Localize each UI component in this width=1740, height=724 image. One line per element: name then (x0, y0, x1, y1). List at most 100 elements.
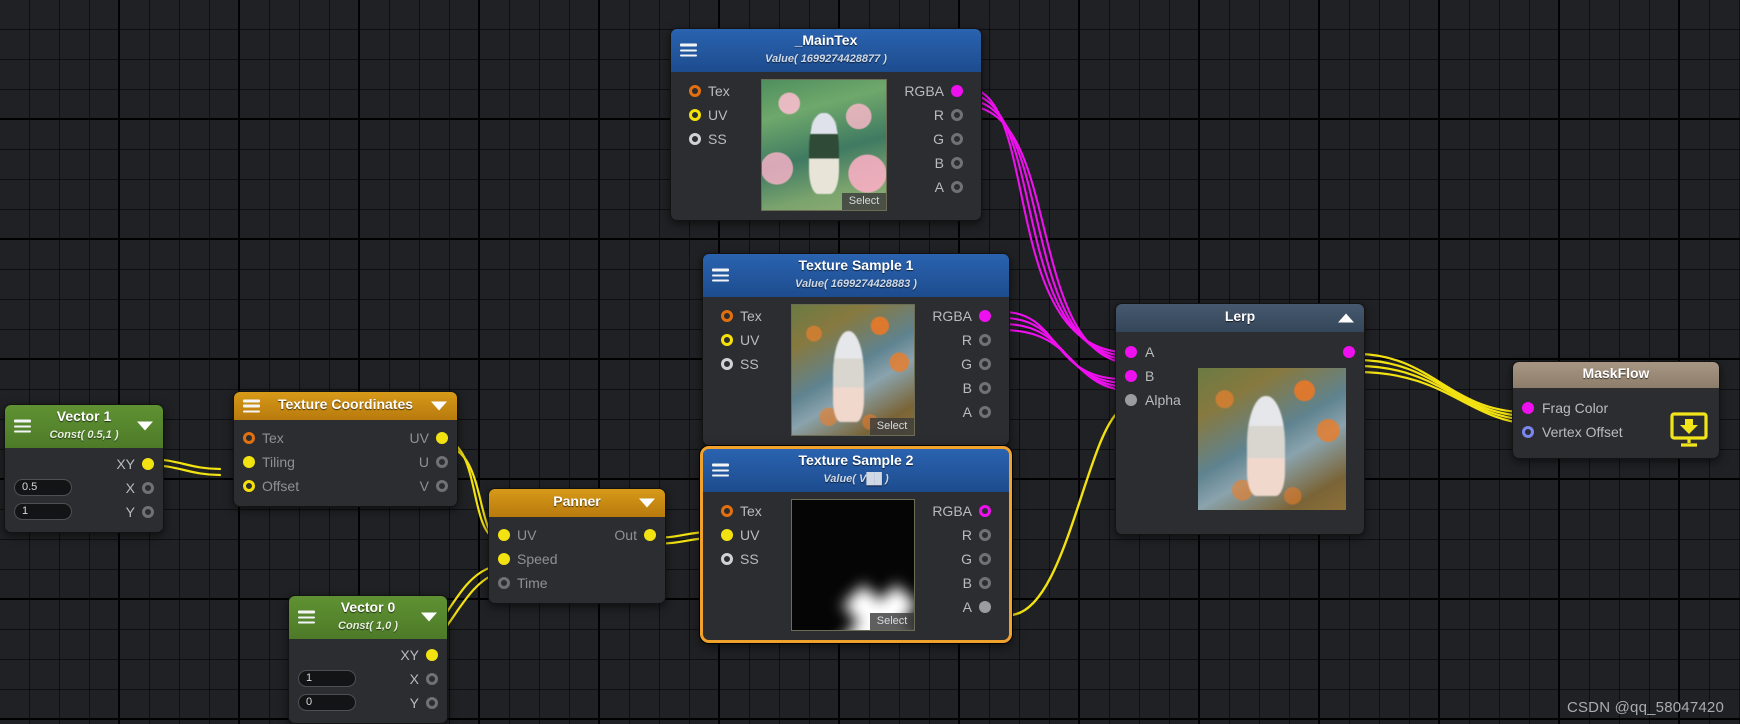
port-r[interactable]: R (953, 328, 1000, 352)
port-uv-out[interactable]: UV (410, 430, 448, 446)
port-v-out[interactable]: V (420, 478, 448, 494)
y-value-input[interactable]: 1 (14, 503, 72, 521)
port-dot-xy-icon[interactable] (142, 457, 154, 470)
chevron-down-icon[interactable] (639, 498, 655, 508)
port-tiling[interactable]: Tiling (243, 454, 295, 470)
chevron-up-icon[interactable] (1338, 313, 1354, 323)
hamburger-icon[interactable] (712, 463, 729, 477)
port-ss[interactable]: SS (712, 352, 783, 376)
port-dot-ss-icon[interactable] (689, 132, 701, 145)
port-dot-tex-icon[interactable] (689, 84, 701, 97)
port-dot-g-icon[interactable] (951, 132, 963, 145)
texture-preview[interactable]: Select (791, 303, 916, 436)
port-xy[interactable]: XY (5, 452, 163, 476)
node-vector-0[interactable]: Vector 0 Const( 1,0 ) XY 1 X 0 Y (288, 595, 448, 724)
node-texture-sample-1-header[interactable]: Texture Sample 1 Value( 1699274428883 ) (703, 254, 1009, 297)
port-ss[interactable]: SS (680, 127, 753, 151)
monitor-download-icon[interactable] (1669, 411, 1709, 449)
port-dot-a-icon[interactable] (951, 180, 963, 193)
chevron-down-icon[interactable] (431, 401, 447, 411)
port-dot-g-icon[interactable] (979, 552, 991, 565)
field-x[interactable]: 0.5 X (5, 476, 163, 500)
graph-canvas[interactable]: _MainTex Value( 1699274428877 ) Tex UV S… (0, 0, 1740, 724)
port-uv[interactable]: UV (712, 523, 783, 547)
port-dot-b-icon[interactable] (979, 576, 991, 589)
port-dot-x-icon[interactable] (426, 672, 438, 685)
hamburger-icon[interactable] (298, 610, 315, 624)
port-offset[interactable]: Offset (243, 478, 299, 494)
hamburger-icon[interactable] (680, 43, 697, 57)
port-b[interactable]: B (954, 571, 1000, 595)
port-dot-time-icon[interactable] (498, 577, 510, 589)
y-value-input[interactable]: 0 (298, 694, 356, 712)
port-dot-r-icon[interactable] (979, 528, 991, 541)
port-speed[interactable]: Speed (489, 547, 665, 571)
port-ss[interactable]: SS (712, 547, 783, 571)
port-dot-rgba-icon[interactable] (979, 309, 991, 322)
node-texture-coordinates[interactable]: Texture Coordinates Tex UV Tiling U Offs… (233, 391, 458, 507)
port-dot-u-icon[interactable] (436, 456, 448, 468)
node-texture-sample-2-header[interactable]: Texture Sample 2 Value( V██ ) (703, 449, 1009, 492)
port-uv[interactable]: UV (498, 527, 536, 543)
node-vector-1[interactable]: Vector 1 Const( 0.5,1 ) XY 0.5 X 1 Y (4, 404, 164, 533)
hamburger-icon[interactable] (712, 268, 729, 282)
port-dot-tiling-icon[interactable] (243, 456, 255, 468)
port-dot-vertex-offset-icon[interactable] (1522, 426, 1534, 438)
port-dot-r-icon[interactable] (979, 333, 991, 346)
port-dot-tex-icon[interactable] (243, 432, 255, 444)
port-dot-b-icon[interactable] (951, 156, 963, 169)
node-vector-0-header[interactable]: Vector 0 Const( 1,0 ) (289, 596, 447, 639)
x-value-input[interactable]: 0.5 (14, 479, 72, 497)
port-b[interactable]: B (954, 376, 1000, 400)
port-dot-y-icon[interactable] (426, 696, 438, 709)
port-tex[interactable]: Tex (712, 499, 783, 523)
x-value-input[interactable]: 1 (298, 670, 356, 688)
port-r[interactable]: R (953, 523, 1000, 547)
port-rgba[interactable]: RGBA (895, 79, 972, 103)
select-button[interactable]: Select (869, 612, 915, 630)
port-dot-uv-icon[interactable] (498, 529, 510, 541)
port-dot-a-icon[interactable] (1125, 346, 1137, 358)
port-out[interactable] (1343, 346, 1355, 358)
port-tex[interactable]: Tex (680, 79, 753, 103)
port-dot-frag-color-icon[interactable] (1522, 402, 1534, 414)
port-g[interactable]: G (952, 547, 1000, 571)
port-a[interactable]: A (1125, 344, 1154, 360)
port-dot-tex-icon[interactable] (721, 309, 733, 322)
select-button[interactable]: Select (869, 417, 915, 435)
port-dot-tex-icon[interactable] (721, 504, 733, 517)
node-panner-header[interactable]: Panner (489, 489, 665, 517)
port-xy[interactable]: XY (289, 643, 447, 667)
port-dot-r-icon[interactable] (951, 108, 963, 121)
port-g[interactable]: G (952, 352, 1000, 376)
chevron-down-icon[interactable] (421, 612, 437, 622)
port-time[interactable]: Time (489, 571, 665, 595)
field-x[interactable]: 1 X (289, 667, 447, 691)
port-dot-x-icon[interactable] (142, 481, 154, 494)
port-dot-ss-icon[interactable] (721, 357, 733, 370)
port-dot-ss-icon[interactable] (721, 552, 733, 565)
port-dot-a-icon[interactable] (979, 405, 991, 418)
port-dot-speed-icon[interactable] (498, 553, 510, 565)
port-dot-out-icon[interactable] (1343, 346, 1355, 358)
port-dot-uv-icon[interactable] (721, 333, 733, 346)
port-r[interactable]: R (925, 103, 972, 127)
field-y[interactable]: 0 Y (289, 691, 447, 715)
port-uv[interactable]: UV (712, 328, 783, 352)
port-dot-y-icon[interactable] (142, 505, 154, 518)
port-rgba[interactable]: RGBA (923, 304, 1000, 328)
port-dot-xy-icon[interactable] (426, 648, 438, 661)
port-a[interactable]: A (954, 595, 1000, 619)
port-g[interactable]: G (924, 127, 972, 151)
port-a[interactable]: A (954, 400, 1000, 424)
node-texture-sample-1[interactable]: Texture Sample 1 Value( 1699274428883 ) … (702, 253, 1010, 446)
port-b[interactable]: B (926, 151, 972, 175)
port-dot-out-icon[interactable] (644, 529, 656, 541)
node-panner[interactable]: Panner UV Out Speed Time (488, 488, 666, 604)
hamburger-icon[interactable] (243, 399, 260, 413)
port-tex[interactable]: Tex (712, 304, 783, 328)
port-tex[interactable]: Tex (243, 430, 284, 446)
port-dot-uv-icon[interactable] (436, 432, 448, 444)
chevron-down-icon[interactable] (137, 421, 153, 431)
node-main-tex-header[interactable]: _MainTex Value( 1699274428877 ) (671, 29, 981, 72)
